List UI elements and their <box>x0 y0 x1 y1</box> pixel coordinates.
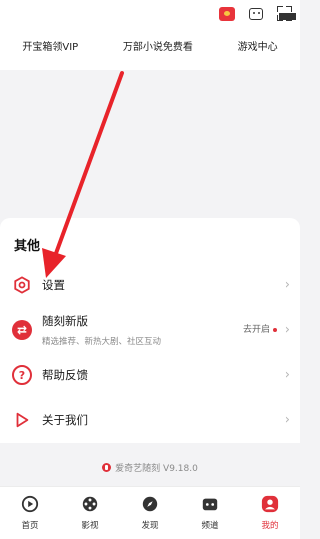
swap-icon: ⇄ <box>12 320 32 340</box>
top-bar: 开宝箱领VIP 万部小说免费看 游戏中心 <box>0 0 300 70</box>
settings-label: 设置 <box>42 278 65 292</box>
about-label: 关于我们 <box>42 413 88 427</box>
promo-vip-link[interactable]: 开宝箱领VIP <box>22 38 78 53</box>
tab-home[interactable]: 首页 <box>0 487 60 539</box>
tab-profile-label: 我的 <box>261 521 279 531</box>
channel-icon <box>202 498 218 511</box>
suike-row[interactable]: ⇄ 随刻新版 精选推荐、新热大剧、社区互动 去开启 › <box>0 308 300 352</box>
version-info: 爱奇艺随刻 V9.18.0 <box>0 461 300 474</box>
scan-icon[interactable] <box>277 6 296 21</box>
version-text: 爱奇艺随刻 V9.18.0 <box>115 464 198 474</box>
notification-dot <box>273 328 277 332</box>
settings-row[interactable]: 设置 › <box>0 265 300 305</box>
profile-icon <box>261 495 279 513</box>
iqiyi-logo-icon <box>102 463 112 472</box>
play-icon <box>16 412 29 428</box>
chevron-right-icon: › <box>284 322 290 338</box>
tab-movies[interactable]: 影视 <box>60 487 120 539</box>
top-icons <box>219 6 296 21</box>
tab-movies-label: 影视 <box>81 521 99 531</box>
compass-icon <box>142 496 158 512</box>
chevron-right-icon: › <box>284 277 290 293</box>
home-icon <box>21 495 39 513</box>
film-reel-icon <box>82 496 98 512</box>
tab-profile[interactable]: 我的 <box>240 487 300 539</box>
tab-discover-label: 发现 <box>141 521 159 531</box>
settings-icon <box>14 276 30 294</box>
gift-icon[interactable] <box>219 6 235 21</box>
tab-channels-label: 频道 <box>201 521 219 531</box>
chevron-right-icon: › <box>284 412 290 428</box>
tab-discover[interactable]: 发现 <box>120 487 180 539</box>
about-row[interactable]: 关于我们 › <box>0 400 300 440</box>
chevron-right-icon: › <box>284 367 290 383</box>
promo-novel-link[interactable]: 万部小说免费看 <box>123 38 193 53</box>
others-card: 其他 设置 › ⇄ 随刻新版 精选推荐、新热大剧、社区互动 去开启 › ? 帮助… <box>0 218 300 443</box>
help-icon: ? <box>12 365 32 385</box>
tab-channels[interactable]: 频道 <box>180 487 240 539</box>
chat-icon[interactable] <box>249 7 263 20</box>
suike-subtitle: 精选推荐、新热大剧、社区互动 <box>42 337 162 347</box>
bottom-tab-bar: 首页 影视 发现 频道 我的 <box>0 486 300 539</box>
promo-row: 开宝箱领VIP 万部小说免费看 游戏中心 <box>0 38 300 53</box>
help-row[interactable]: ? 帮助反馈 › <box>0 355 300 395</box>
help-label: 帮助反馈 <box>42 368 88 382</box>
suike-action[interactable]: 去开启 <box>243 322 270 335</box>
promo-game-center-link[interactable]: 游戏中心 <box>238 38 278 53</box>
tab-home-label: 首页 <box>21 521 39 531</box>
others-title: 其他 <box>14 239 41 254</box>
suike-label: 随刻新版 <box>42 314 88 328</box>
